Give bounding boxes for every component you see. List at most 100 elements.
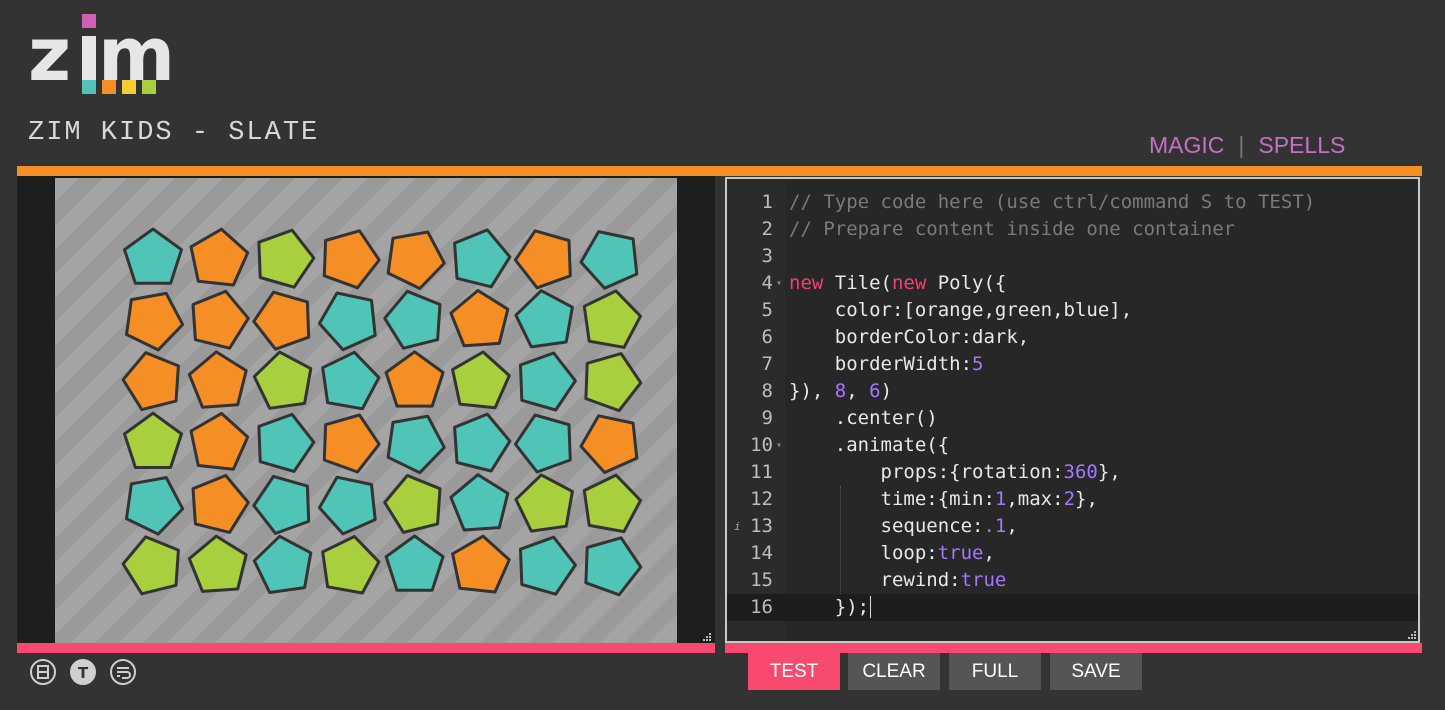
pentagon-tile — [453, 412, 512, 473]
pentagon-tile — [321, 535, 381, 595]
editor-bottom-bar — [725, 643, 1422, 653]
pentagon-tile — [513, 413, 572, 474]
fold-icon[interactable]: ▾ — [776, 432, 782, 459]
pentagon-tile — [449, 473, 510, 532]
code-line[interactable]: 11 props:{rotation:360}, — [727, 459, 1418, 486]
pentagon-tile — [514, 289, 574, 349]
nav-separator: | — [1238, 132, 1245, 158]
full-button[interactable]: FULL — [949, 653, 1041, 690]
line-number: 11 — [750, 461, 773, 483]
stage-resize-handle[interactable] — [701, 631, 711, 641]
svg-text:T: T — [78, 664, 89, 682]
pentagon-tile — [579, 414, 639, 474]
code-area[interactable]: 1 // Type code here (use ctrl/command S t… — [727, 189, 1418, 621]
pentagon-tile — [582, 289, 642, 349]
line-number: 16 — [750, 596, 773, 618]
save-button[interactable]: SAVE — [1050, 653, 1142, 690]
zim-logo: z m zim — [28, 14, 170, 98]
code-line[interactable]: 7 borderWidth:5 — [727, 351, 1418, 378]
code-line[interactable]: 4 ▾ new Tile(new Poly({ — [727, 270, 1418, 297]
line-number: 4 — [761, 272, 773, 294]
pentagon-tile — [187, 534, 248, 593]
text-cursor — [870, 596, 872, 618]
info-icon[interactable]: i — [734, 513, 741, 540]
pentagon-tile — [449, 289, 510, 348]
code-text: // Type code here (use ctrl/command S to… — [789, 191, 1316, 213]
line-number: 5 — [761, 299, 773, 321]
code-line[interactable]: 10 ▾ .animate({ — [727, 432, 1418, 459]
pentagon-tile — [453, 228, 512, 289]
text-toggle-icon[interactable]: T — [70, 659, 96, 685]
pentagon-tile — [252, 350, 313, 410]
code-text: .center() — [789, 407, 938, 429]
code-line[interactable]: 8 }), 8, 6) — [727, 378, 1418, 405]
pentagon-tile — [191, 474, 250, 534]
pentagon-tile — [252, 534, 313, 594]
pentagon-tile — [584, 352, 643, 413]
stage-svg — [121, 227, 643, 597]
code-line[interactable]: 12 time:{min:1,max:2}, — [727, 486, 1418, 513]
code-line[interactable]: 13 i sequence:.1, — [727, 513, 1418, 540]
split-view-icon[interactable] — [30, 659, 56, 685]
code-text: }); — [789, 596, 872, 618]
pentagon-tile — [383, 474, 442, 534]
line-number: 6 — [761, 326, 773, 348]
pentagon-tile — [321, 350, 381, 411]
code-line[interactable]: 16 }); — [727, 594, 1418, 621]
spells-link[interactable]: SPELLS — [1258, 132, 1345, 158]
code-line[interactable]: 6 borderColor:dark, — [727, 324, 1418, 351]
pentagon-tile — [514, 473, 574, 533]
line-number: 14 — [750, 542, 773, 564]
pentagon-tile — [252, 474, 311, 535]
code-editor[interactable]: 1 // Type code here (use ctrl/command S t… — [725, 177, 1420, 643]
code-text: borderWidth:5 — [789, 353, 984, 375]
pentagon-tile — [187, 350, 248, 409]
test-button[interactable]: TEST — [748, 653, 840, 690]
pentagon-tile — [584, 536, 643, 597]
stage-canvas — [55, 178, 677, 643]
code-line[interactable]: 15 rewind:true — [727, 567, 1418, 594]
pentagon-tile — [451, 534, 511, 594]
code-text: }), 8, 6) — [789, 380, 893, 402]
line-number: 7 — [761, 353, 773, 375]
pentagon-tile — [252, 290, 311, 351]
code-line[interactable]: 5 color:[orange,green,blue], — [727, 297, 1418, 324]
line-number: 8 — [761, 380, 773, 402]
code-line[interactable]: 14 loop:true, — [727, 540, 1418, 567]
code-text: rewind:true — [789, 569, 1007, 591]
code-line[interactable]: 1 // Type code here (use ctrl/command S t… — [727, 189, 1418, 216]
code-line[interactable]: 2 // Prepare content inside one container — [727, 216, 1418, 243]
line-number: 15 — [750, 569, 773, 591]
pentagon-tile — [191, 289, 250, 350]
line-number: 3 — [761, 245, 773, 267]
line-number: 1 — [761, 191, 773, 213]
pentagon-tile — [519, 535, 577, 596]
pentagon-tile — [257, 412, 316, 473]
code-line[interactable]: 3 — [727, 243, 1418, 270]
pentagon-tile — [386, 414, 446, 475]
pentagon-tile — [123, 227, 183, 285]
pentagon-tile — [384, 350, 445, 408]
pentagon-tile — [123, 411, 183, 469]
pentagon-tile — [386, 230, 446, 290]
line-number: 9 — [761, 407, 773, 429]
page-subtitle: ZIM KIDS - SLATE — [28, 118, 320, 148]
code-text: color:[orange,green,blue], — [789, 299, 1133, 321]
code-text: loop:true, — [789, 542, 995, 564]
line-number: 12 — [750, 488, 773, 510]
code-text: time:{min:1,max:2}, — [789, 488, 1098, 510]
top-accent-bar — [17, 166, 1422, 176]
code-text: .animate({ — [789, 434, 950, 456]
wrap-icon[interactable] — [110, 659, 136, 685]
code-text: new Tile(new Poly({ — [789, 272, 1007, 294]
fold-icon[interactable]: ▾ — [776, 270, 782, 297]
magic-link[interactable]: MAGIC — [1149, 132, 1224, 158]
svg-text:z: z — [28, 14, 68, 98]
clear-button[interactable]: CLEAR — [848, 653, 940, 690]
code-line[interactable]: 9 .center() — [727, 405, 1418, 432]
pentagon-tile — [579, 230, 639, 290]
pentagon-tile — [322, 229, 381, 290]
top-nav: MAGIC | SPELLS — [1149, 132, 1345, 159]
stage-panel — [17, 176, 715, 643]
editor-resize-handle[interactable] — [1406, 629, 1416, 639]
